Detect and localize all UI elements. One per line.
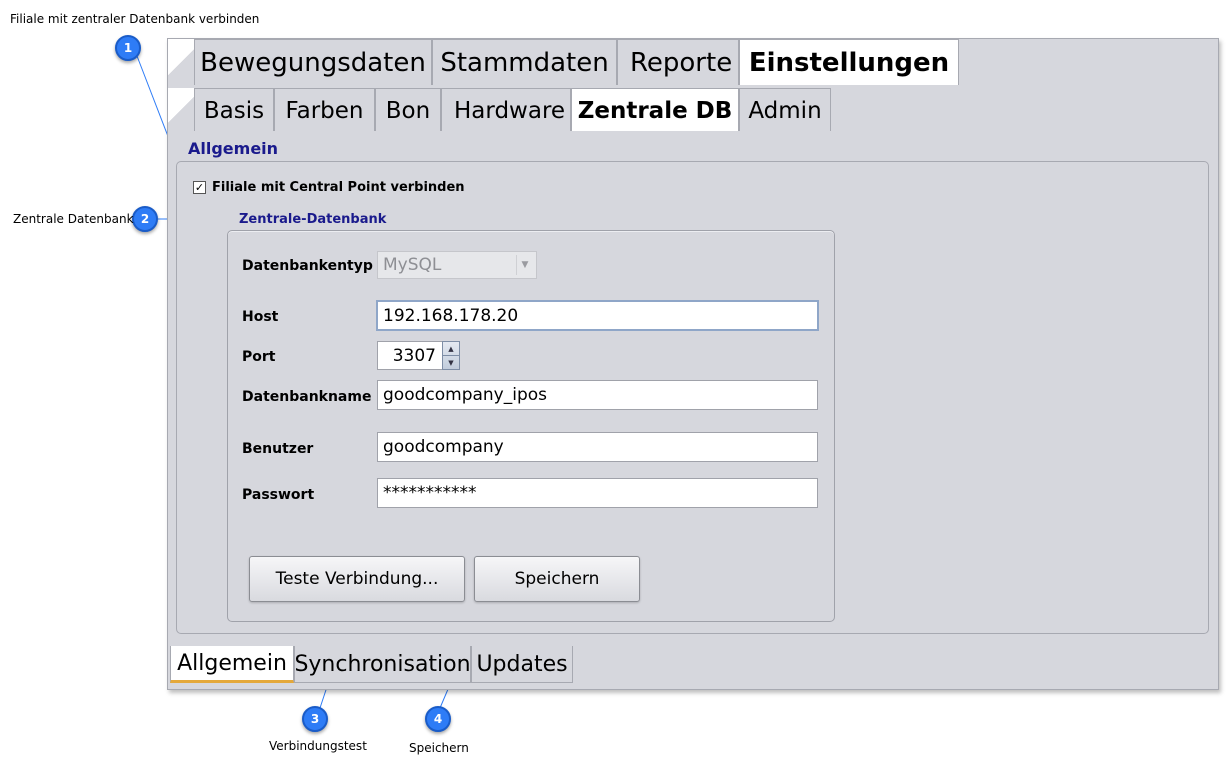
test-connection-button[interactable]: Teste Verbindung... <box>249 556 465 602</box>
user-label: Benutzer <box>242 441 314 457</box>
host-input[interactable]: 192.168.178.20 <box>376 300 819 331</box>
tab-updates[interactable]: Updates <box>471 646 573 683</box>
main-tab-bar: Bewegungsdaten Stammdaten Reporte Einste… <box>168 39 959 85</box>
callout-badge-1: 1 <box>115 35 141 61</box>
port-input[interactable]: 3307 <box>377 341 443 370</box>
callout-label-2: Zentrale Datenbank <box>13 212 134 226</box>
dbtype-value: MySQL <box>383 255 442 275</box>
bottom-tab-bar: Allgemein Synchronisation Updates <box>170 646 573 683</box>
callout-badge-3: 3 <box>302 706 328 732</box>
tab-basis[interactable]: Basis <box>194 88 274 132</box>
password-label: Passwort <box>242 487 315 503</box>
tab-einstellungen[interactable]: Einstellungen <box>739 39 959 85</box>
checkbox-label: Filiale mit Central Point verbinden <box>212 180 465 195</box>
dbtype-label: Datenbankentyp <box>242 258 373 274</box>
tab-zentrale-db[interactable]: Zentrale DB <box>571 88 739 132</box>
dbname-label: Datenbankname <box>242 389 372 405</box>
password-input[interactable]: *********** <box>377 478 818 508</box>
tab-allgemein[interactable]: Allgemein <box>170 646 294 683</box>
sub-tab-bar: Basis Farben Bon Hardware Zentrale DB Ad… <box>168 88 831 132</box>
tab-reporte[interactable]: Reporte <box>617 39 739 85</box>
tab-hardware[interactable]: Hardware <box>441 88 571 132</box>
page-caption: Filiale mit zentraler Datenbank verbinde… <box>10 12 260 26</box>
tab-synchronisation[interactable]: Synchronisation <box>294 646 471 683</box>
subgroup-title: Zentrale-Datenbank <box>239 212 387 227</box>
central-point-checkbox[interactable]: ✓ Filiale mit Central Point verbinden <box>193 180 465 195</box>
save-button[interactable]: Speichern <box>474 556 640 602</box>
dbtype-select[interactable]: MySQL ▼ <box>377 251 537 279</box>
port-label: Port <box>242 349 276 365</box>
callout-badge-2: 2 <box>132 206 158 232</box>
chevron-down-icon[interactable]: ▼ <box>516 255 533 275</box>
tab-corner-icon <box>168 39 194 85</box>
callout-label-4: Speichern <box>409 741 469 755</box>
port-stepper[interactable]: 3307 ▲ ▼ <box>377 341 460 370</box>
spin-down-icon[interactable]: ▼ <box>443 355 459 369</box>
checkbox-check-icon[interactable]: ✓ <box>193 181 206 194</box>
host-label: Host <box>242 309 279 325</box>
tab-bewegungsdaten[interactable]: Bewegungsdaten <box>194 39 432 85</box>
section-title: Allgemein <box>188 139 279 158</box>
tab-admin[interactable]: Admin <box>739 88 831 132</box>
dbname-input[interactable]: goodcompany_ipos <box>377 380 818 410</box>
spin-up-icon[interactable]: ▲ <box>443 342 459 355</box>
tab-farben[interactable]: Farben <box>274 88 375 132</box>
subtab-corner-icon <box>168 88 194 132</box>
tab-stammdaten[interactable]: Stammdaten <box>432 39 617 85</box>
callout-badge-4: 4 <box>425 706 451 732</box>
tab-bon[interactable]: Bon <box>375 88 441 132</box>
user-input[interactable]: goodcompany <box>377 432 818 462</box>
callout-label-3: Verbindungstest <box>269 739 367 753</box>
